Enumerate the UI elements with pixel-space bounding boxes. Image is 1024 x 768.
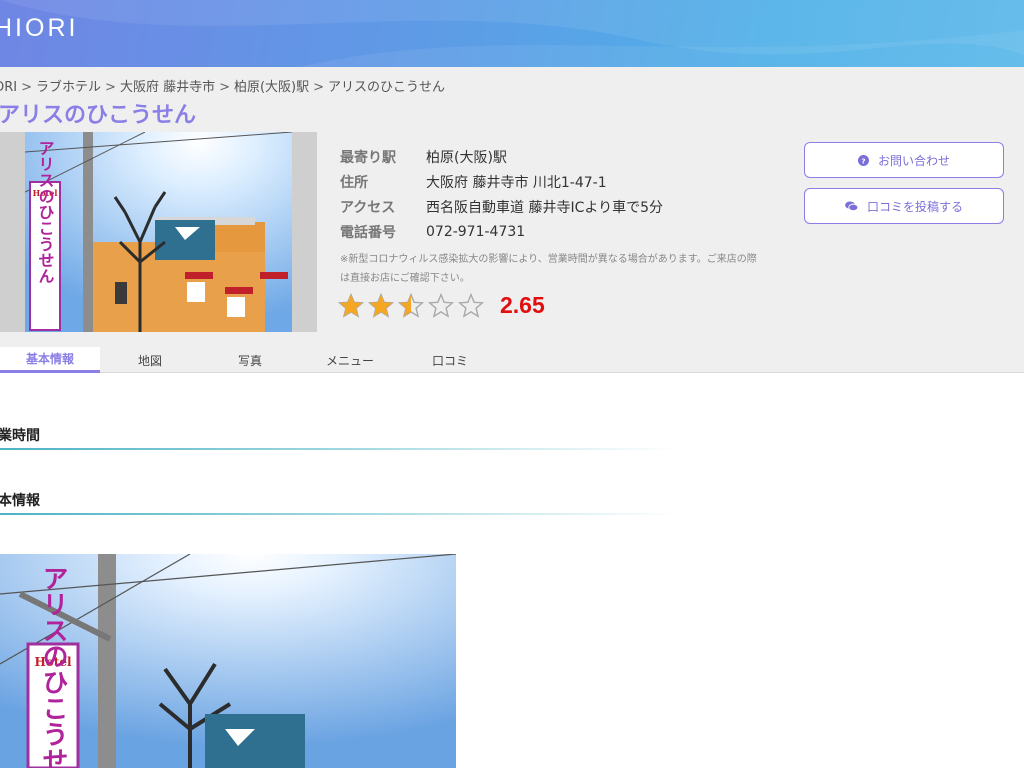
detail-value: 西名阪自動車道 藤井寺ICより車で5分 bbox=[426, 199, 663, 216]
breadcrumb-love-hotel[interactable]: ラブホテル bbox=[36, 80, 101, 95]
svg-text:?: ? bbox=[861, 156, 865, 165]
tab-basic-info[interactable]: 基本情報 bbox=[0, 347, 100, 373]
tab-photos[interactable]: 写真 bbox=[200, 347, 300, 373]
star-icon bbox=[428, 292, 454, 318]
covid-notice: ※新型コロナウィルス感染拡大の影響により、営業時間が異なる場合があります。ご来店… bbox=[340, 254, 757, 284]
breadcrumb: ORI>ラブホテル>大阪府 藤井寺市>柏原(大阪)駅>アリスのひこうせん bbox=[0, 76, 445, 95]
svg-text:アリスのひこうせん: アリスのひこうせん bbox=[38, 565, 68, 768]
hotel-tabs: 基本情報 地図 写真 メニュー 口コミ bbox=[0, 347, 500, 373]
detail-label: アクセス bbox=[340, 199, 396, 216]
svg-text:アリスのひこうせん: アリスのひこうせん bbox=[36, 140, 55, 284]
post-review-button[interactable]: 口コミを投稿する bbox=[804, 188, 1004, 224]
section-divider bbox=[0, 448, 680, 450]
hotel-main-photo[interactable]: Hotel アリスのひこうせん bbox=[0, 554, 456, 768]
detail-row-address: 住所 大阪府 藤井寺市 川北1-47-1 bbox=[340, 169, 663, 194]
rating-stars bbox=[338, 292, 488, 319]
hotel-info-area: ORI>ラブホテル>大阪府 藤井寺市>柏原(大阪)駅>アリスのひこうせん アリス… bbox=[0, 67, 1024, 373]
header-wave-decoration bbox=[0, 0, 1024, 67]
rating-value: 2.65 bbox=[500, 292, 545, 318]
star-icon bbox=[398, 292, 424, 318]
tab-menu[interactable]: メニュー bbox=[300, 347, 400, 373]
star-icon bbox=[458, 292, 484, 318]
contact-button-label: お問い合わせ bbox=[877, 153, 950, 168]
contact-button[interactable]: ? お問い合わせ bbox=[804, 142, 1004, 178]
hotel-details: 最寄り駅 柏原(大阪)駅 住所 大阪府 藤井寺市 川北1-47-1 アクセス 西… bbox=[340, 144, 663, 244]
breadcrumb-current: アリスのひこうせん bbox=[328, 80, 446, 95]
hotel-photo-frame: Hotel アリスのひこうせん bbox=[0, 132, 317, 332]
detail-row-station: 最寄り駅 柏原(大阪)駅 bbox=[340, 144, 663, 169]
section-heading-basic-info: 基本情報 bbox=[0, 493, 40, 509]
tab-reviews[interactable]: 口コミ bbox=[400, 347, 500, 373]
detail-row-access: アクセス 西名阪自動車道 藤井寺ICより車で5分 bbox=[340, 194, 663, 219]
hotel-photo[interactable]: Hotel アリスのひこうせん bbox=[25, 132, 292, 332]
detail-label: 住所 bbox=[340, 174, 368, 191]
detail-label: 最寄り駅 bbox=[340, 149, 396, 166]
site-logo[interactable]: HIORI bbox=[0, 14, 78, 43]
breadcrumb-home[interactable]: ORI bbox=[0, 80, 17, 95]
question-circle-icon: ? bbox=[857, 154, 869, 166]
site-header: HIORI bbox=[0, 0, 1024, 67]
comments-icon bbox=[845, 200, 858, 212]
star-icon bbox=[368, 292, 394, 318]
section-divider bbox=[0, 513, 680, 515]
star-rating: 2.65 bbox=[338, 292, 545, 319]
detail-value: 大阪府 藤井寺市 川北1-47-1 bbox=[426, 174, 607, 191]
breadcrumb-station[interactable]: 柏原(大阪)駅 bbox=[234, 80, 309, 95]
page-title: アリスのひこうせん bbox=[0, 103, 197, 128]
section-heading-hours: 営業時間 bbox=[0, 428, 40, 444]
detail-value: 柏原(大阪)駅 bbox=[426, 149, 507, 166]
tab-map[interactable]: 地図 bbox=[100, 347, 200, 373]
phone-number[interactable]: 072-971-4731 bbox=[426, 224, 525, 240]
breadcrumb-city[interactable]: 大阪府 藤井寺市 bbox=[120, 80, 215, 95]
star-icon bbox=[338, 292, 364, 318]
detail-label: 電話番号 bbox=[340, 224, 396, 241]
post-review-button-label: 口コミを投稿する bbox=[866, 199, 963, 214]
detail-row-phone: 電話番号 072-971-4731 bbox=[340, 219, 663, 244]
